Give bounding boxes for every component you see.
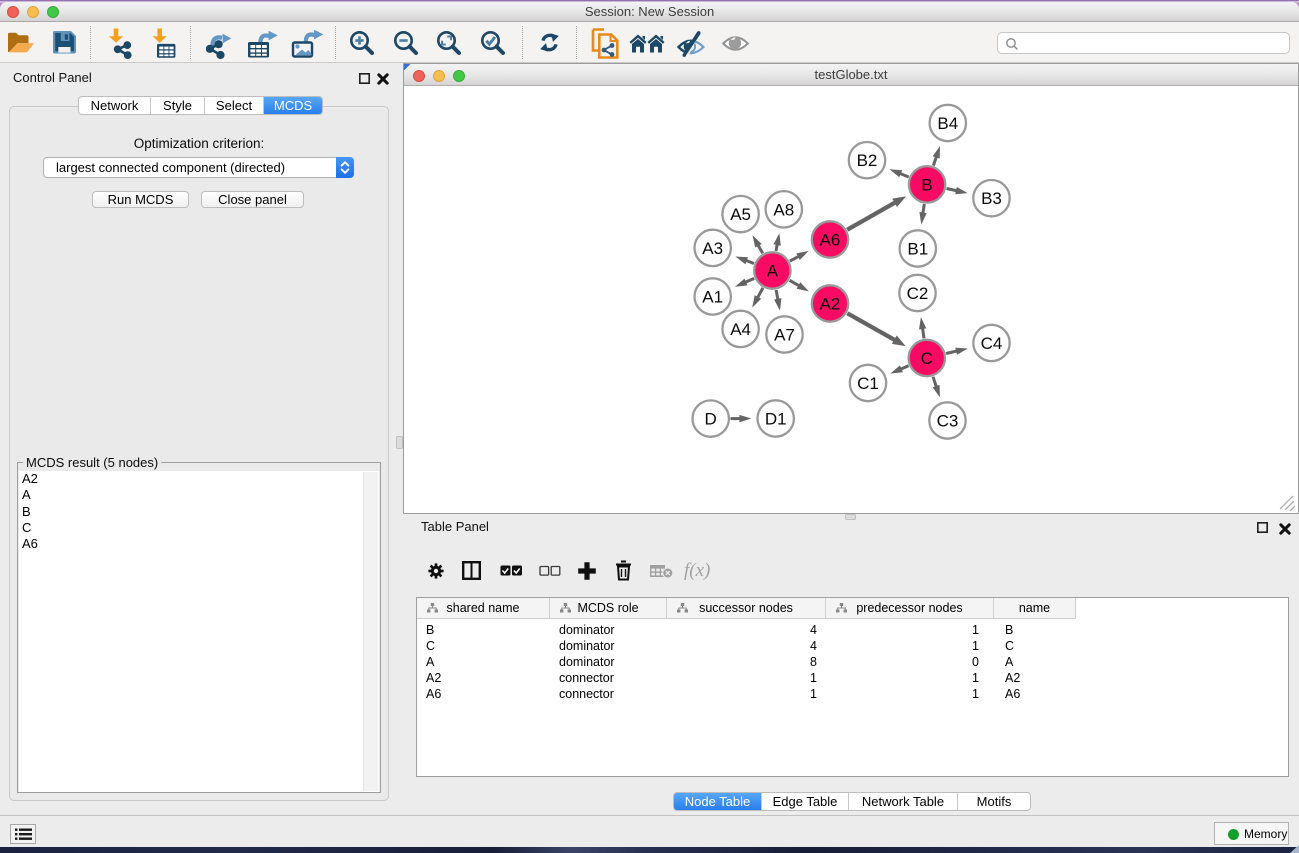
svg-text:A: A: [767, 262, 779, 281]
svg-text:A8: A8: [773, 200, 794, 219]
svg-text:A5: A5: [730, 205, 751, 224]
svg-text:B2: B2: [857, 151, 878, 170]
svg-text:A2: A2: [820, 295, 841, 314]
svg-text:A7: A7: [774, 326, 795, 345]
svg-text:D1: D1: [765, 410, 787, 429]
svg-text:C2: C2: [907, 284, 929, 303]
svg-text:C3: C3: [937, 412, 959, 431]
svg-text:B3: B3: [981, 189, 1002, 208]
svg-text:B: B: [921, 175, 932, 194]
svg-text:C: C: [921, 349, 933, 368]
svg-text:A6: A6: [820, 231, 841, 250]
svg-text:C1: C1: [857, 374, 879, 393]
svg-text:B1: B1: [907, 240, 928, 259]
svg-text:A1: A1: [702, 288, 723, 307]
svg-text:B4: B4: [937, 114, 958, 133]
svg-text:C4: C4: [981, 334, 1003, 353]
svg-text:D: D: [705, 410, 717, 429]
svg-text:A4: A4: [730, 320, 751, 339]
svg-text:A3: A3: [702, 239, 723, 258]
